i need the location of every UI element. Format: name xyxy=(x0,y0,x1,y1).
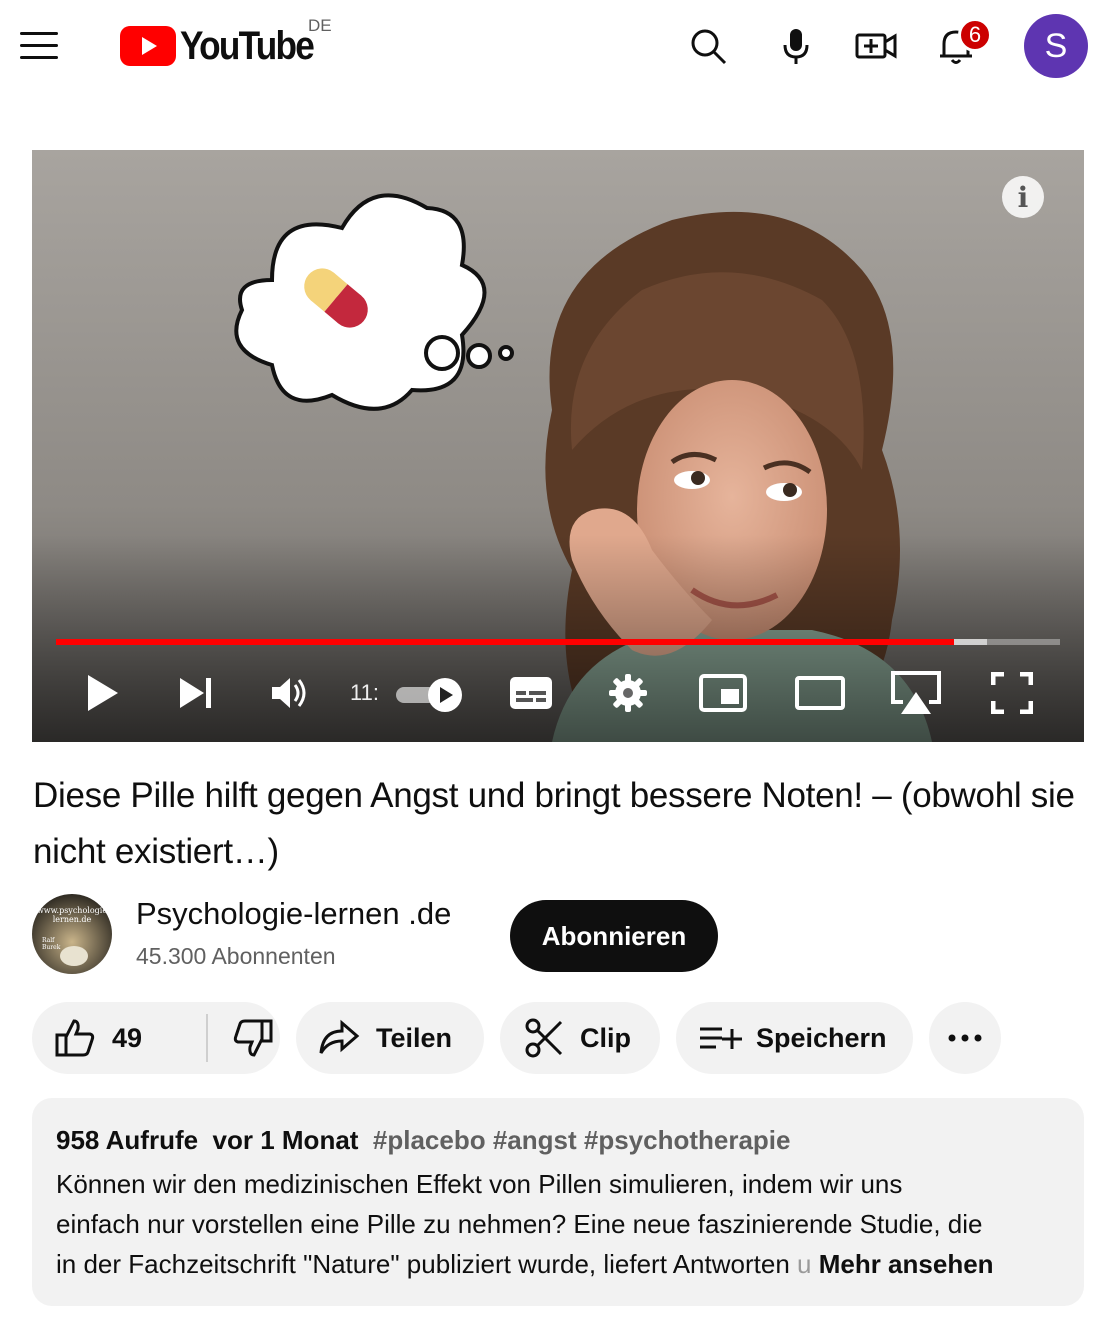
volume-icon[interactable] xyxy=(268,668,312,718)
menu-icon[interactable] xyxy=(20,28,60,62)
channel-avatar-text: lernen.de xyxy=(53,915,92,924)
progress-bar[interactable] xyxy=(56,639,1060,645)
notification-count-badge: 6 xyxy=(958,18,992,52)
view-count: 958 Aufrufe xyxy=(56,1125,199,1155)
create-video-icon[interactable] xyxy=(852,22,900,70)
more-horizontal-icon xyxy=(948,1034,982,1042)
like-count: 49 xyxy=(112,1022,143,1053)
time-display: 11: xyxy=(350,680,379,705)
upload-age: vor 1 Monat xyxy=(212,1125,359,1155)
settings-icon[interactable] xyxy=(606,668,650,718)
description-text: Können wir den medizinischen Effekt von … xyxy=(56,1164,1066,1284)
subscriber-count: 45.300 Abonnenten xyxy=(136,943,336,969)
video-title: Diese Pille hilft gegen Angst und bringt… xyxy=(33,776,1075,871)
miniplayer-icon[interactable] xyxy=(698,668,748,718)
channel-name[interactable]: Psychologie-lernen .de xyxy=(136,896,451,932)
like-dislike-group: 49 xyxy=(32,1002,280,1074)
youtube-play-logo-icon xyxy=(120,26,176,66)
airplay-icon[interactable] xyxy=(888,668,944,718)
progress-played xyxy=(56,639,954,645)
search-icon[interactable] xyxy=(684,22,732,70)
thumbs-up-icon xyxy=(55,1019,95,1057)
video-frame-image xyxy=(32,150,1084,742)
like-button[interactable]: 49 xyxy=(32,1002,174,1074)
description-line: in der Fachzeitschrift "Nature" publizie… xyxy=(56,1244,1066,1284)
channel-avatar-text: Ralf xyxy=(42,937,55,944)
share-button[interactable]: Teilen xyxy=(296,1002,484,1074)
description-box[interactable]: 958 Aufrufe vor 1 Monat #placebo #angst … xyxy=(32,1098,1084,1306)
theater-mode-icon[interactable] xyxy=(794,668,846,718)
thumbs-down-icon xyxy=(233,1019,273,1057)
subscribe-button[interactable]: Abonnieren xyxy=(510,900,718,972)
scissors-icon xyxy=(525,1018,563,1058)
account-avatar[interactable]: S xyxy=(1024,14,1088,78)
top-app-bar: YouTube DE 6 S xyxy=(0,0,1110,92)
more-actions-button[interactable] xyxy=(929,1002,1001,1074)
channel-avatar-text: Burek xyxy=(42,944,61,951)
fullscreen-icon[interactable] xyxy=(990,668,1034,718)
description-line-text: in der Fachzeitschrift "Nature" publizie… xyxy=(56,1249,790,1279)
description-line: einfach nur vorstellen eine Pille zu neh… xyxy=(56,1209,983,1239)
divider xyxy=(206,1014,208,1062)
playlist-add-icon xyxy=(700,1027,742,1049)
share-label: Teilen xyxy=(376,1022,453,1053)
dislike-button[interactable] xyxy=(210,1002,280,1074)
channel-avatar[interactable]: www.psychologie lernen.de Ralf Burek xyxy=(32,894,112,974)
share-icon xyxy=(319,1019,360,1054)
logo-text: YouTube xyxy=(180,23,315,68)
description-fade-text: u xyxy=(797,1249,812,1279)
info-icon[interactable]: i xyxy=(1002,176,1044,218)
description-line: Können wir den medizinischen Effekt von … xyxy=(56,1169,903,1199)
subtitles-icon[interactable] xyxy=(508,668,554,718)
show-more-link[interactable]: Mehr ansehen xyxy=(819,1249,994,1279)
channel-avatar-text: www.psychologie xyxy=(37,906,107,915)
microphone-icon[interactable] xyxy=(772,22,820,70)
autoplay-toggle[interactable] xyxy=(396,678,464,712)
play-icon[interactable] xyxy=(82,668,124,718)
clip-button[interactable]: Clip xyxy=(500,1002,660,1074)
youtube-logo[interactable]: YouTube xyxy=(120,24,331,68)
next-icon[interactable] xyxy=(176,668,216,718)
description-meta: 958 Aufrufe vor 1 Monat #placebo #angst … xyxy=(56,1125,791,1156)
hashtags[interactable]: #placebo #angst #psychotherapie xyxy=(373,1125,791,1155)
video-player[interactable]: i 11: xyxy=(32,150,1084,742)
save-label: Speichern xyxy=(756,1022,887,1053)
clip-label: Clip xyxy=(580,1022,631,1053)
save-button[interactable]: Speichern xyxy=(676,1002,913,1074)
region-code: DE xyxy=(308,16,332,35)
